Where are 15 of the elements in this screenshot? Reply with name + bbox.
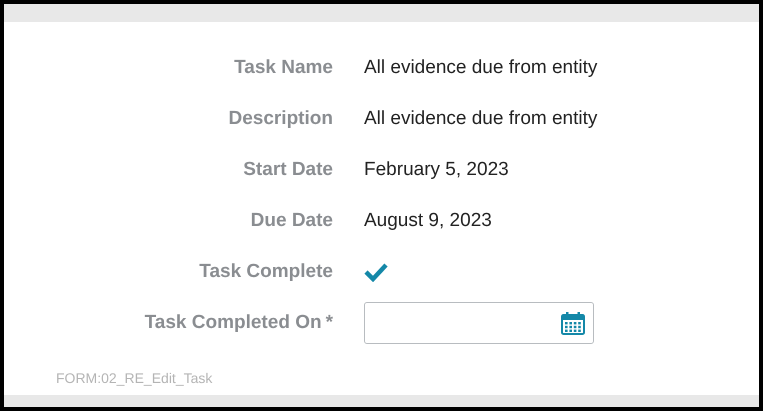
form-id: FORM:02_RE_Edit_Task	[56, 370, 214, 386]
date-field[interactable]	[364, 302, 594, 344]
field-label: Due Date	[250, 210, 333, 232]
required-mark: *	[326, 312, 333, 334]
field-value: February 5, 2023	[364, 158, 509, 180]
field-label: Task Completed On	[144, 312, 322, 334]
field-value: August 9, 2023	[364, 210, 492, 232]
field-label: Start Date	[243, 158, 333, 180]
field-label: Description	[228, 108, 333, 130]
field-value: All evidence due from entity	[364, 56, 598, 78]
field-value: All evidence due from entity	[364, 108, 598, 130]
field-label: Task Complete	[199, 260, 333, 282]
checkmark-icon[interactable]	[364, 262, 388, 282]
field-label: Task Name	[234, 56, 333, 78]
calendar-icon[interactable]	[561, 310, 585, 334]
